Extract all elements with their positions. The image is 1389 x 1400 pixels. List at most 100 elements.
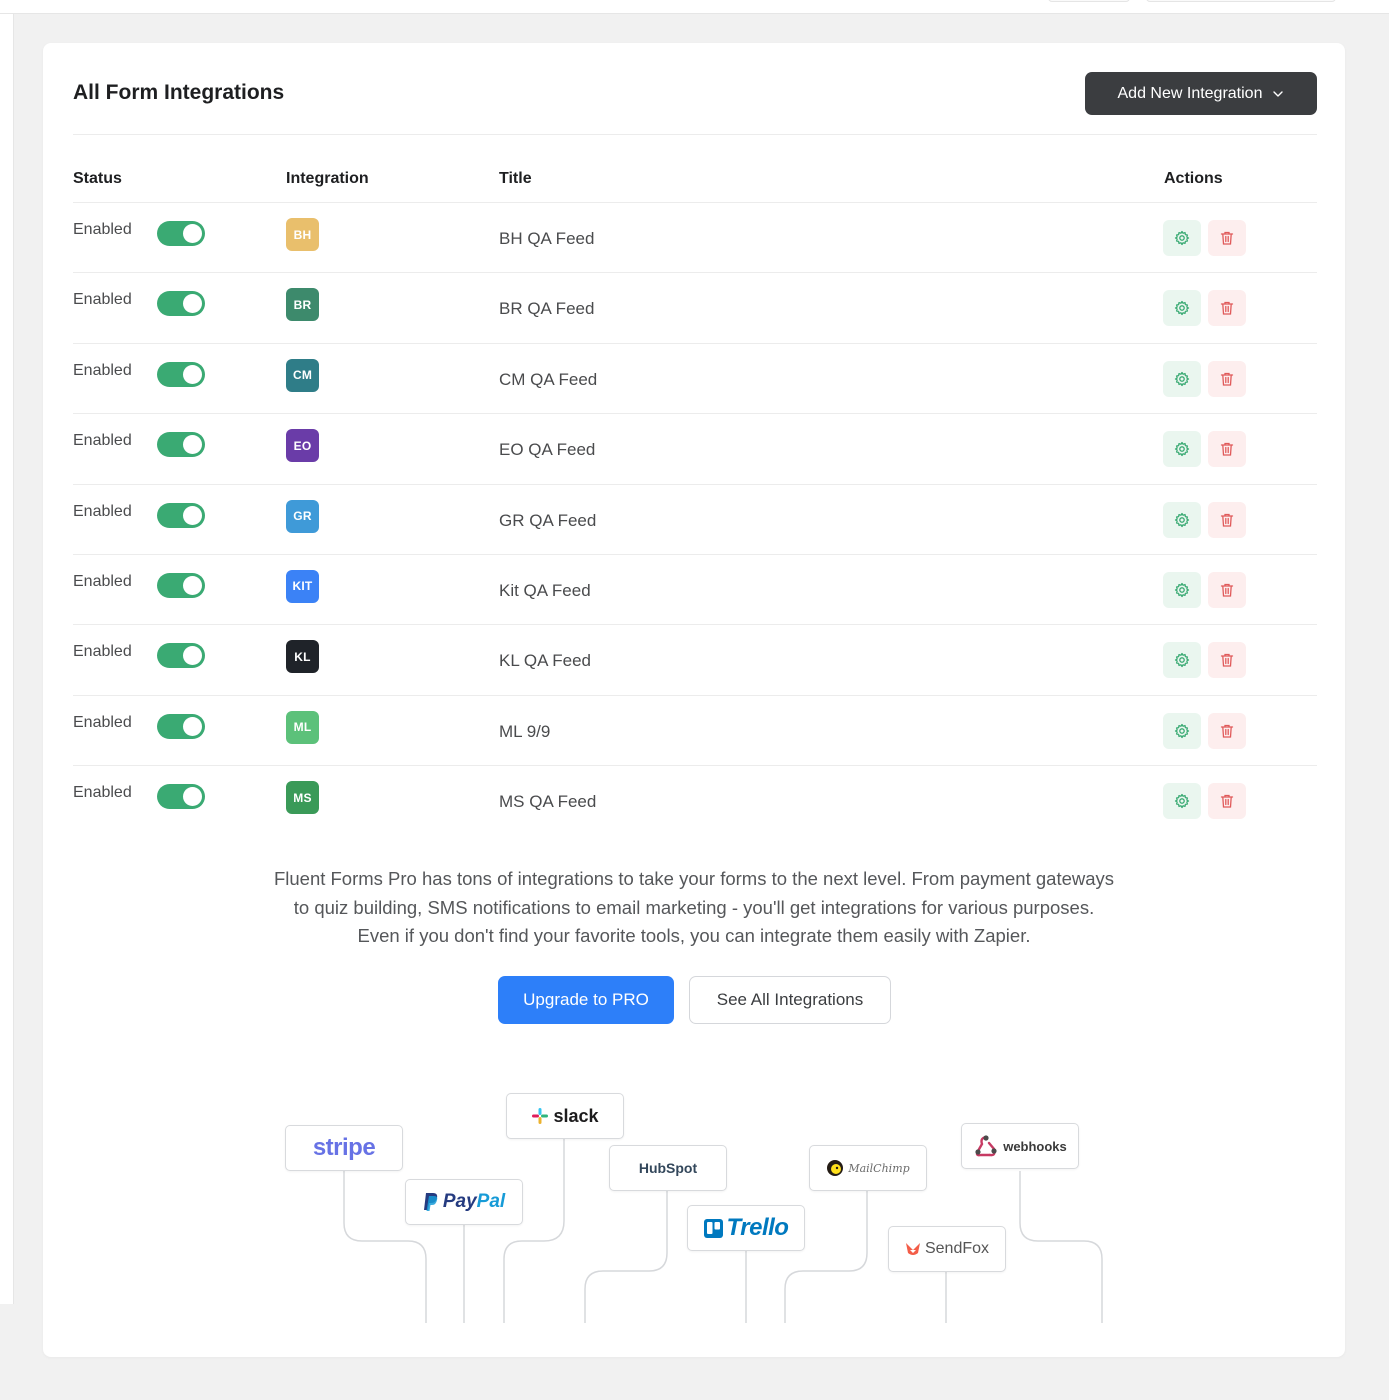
integration-badge: CM	[286, 358, 319, 392]
gear-icon	[1174, 653, 1190, 668]
table-body: Enabled BH BH QA Feed Enabled BR BR QA Feed En…	[73, 203, 1317, 837]
gear-icon	[1174, 723, 1190, 738]
gear-icon	[1174, 582, 1190, 598]
trash-icon	[1220, 302, 1234, 316]
settings-button[interactable]	[1163, 712, 1201, 749]
gear-icon	[1174, 512, 1190, 527]
paypal-wordmark: PayPal	[443, 1191, 505, 1213]
settings-button[interactable]	[1163, 220, 1201, 256]
toggle-knob	[183, 716, 202, 736]
paypal-logo: PayPal	[405, 1179, 523, 1225]
status-label: Enabled	[73, 643, 132, 661]
delete-button[interactable]	[1208, 712, 1246, 749]
mailchimp-logo: MailChimp	[809, 1145, 927, 1191]
table-row: Enabled GR GR QA Feed	[73, 485, 1317, 555]
trello-icon	[703, 1218, 723, 1238]
integration-badge: KIT	[286, 569, 319, 603]
integration-badge: BR	[286, 288, 319, 322]
settings-button[interactable]	[1163, 290, 1201, 327]
delete-button[interactable]	[1208, 431, 1246, 468]
webhooks-wordmark: webhooks	[1003, 1138, 1067, 1154]
toggle-knob	[183, 505, 202, 525]
paypal-icon	[423, 1193, 438, 1211]
trash-icon	[1220, 724, 1234, 738]
settings-button[interactable]	[1163, 431, 1201, 468]
status-label: Enabled	[73, 572, 132, 590]
integrations-card: All Form Integrations Add New Integratio…	[43, 43, 1345, 1357]
sendfox-wordmark: SendFox	[924, 1240, 990, 1257]
gear-icon	[1174, 371, 1190, 386]
toggle-knob	[183, 646, 202, 666]
integration-title: KL QA Feed	[499, 651, 591, 671]
column-header-actions: Actions	[1164, 170, 1223, 187]
delete-button[interactable]	[1208, 220, 1246, 256]
integration-title: BH QA Feed	[499, 229, 595, 248]
promo-line: to quiz building, SMS notifications to e…	[293, 896, 1095, 918]
integration-badge: KL	[286, 640, 319, 674]
toggle-knob	[183, 787, 202, 807]
gear-icon	[1174, 301, 1190, 316]
settings-button[interactable]	[1163, 360, 1201, 397]
webhooks-icon	[975, 1135, 997, 1157]
status-toggle[interactable]	[157, 643, 205, 669]
status-label: Enabled	[73, 502, 132, 520]
toggle-knob	[183, 364, 202, 384]
toggle-knob	[183, 575, 202, 595]
settings-button[interactable]	[1163, 501, 1201, 538]
promo-line: Fluent Forms Pro has tons of integration…	[273, 868, 1115, 889]
stripe-wordmark: stripe	[312, 1134, 376, 1161]
settings-button[interactable]	[1163, 783, 1201, 820]
trash-icon	[1220, 372, 1234, 386]
status-label: Enabled	[73, 713, 132, 731]
trash-icon	[1220, 513, 1234, 527]
status-toggle[interactable]	[157, 784, 205, 810]
trello-wordmark: Trello	[726, 1214, 789, 1241]
delete-button[interactable]	[1208, 501, 1246, 538]
settings-button[interactable]	[1163, 571, 1201, 608]
status-toggle[interactable]	[157, 221, 205, 246]
delete-button[interactable]	[1208, 783, 1246, 820]
delete-button[interactable]	[1208, 360, 1246, 397]
status-label: Enabled	[73, 291, 132, 309]
trello-logo: Trello	[687, 1205, 805, 1251]
delete-button[interactable]	[1208, 290, 1246, 327]
status-toggle[interactable]	[157, 361, 205, 387]
integration-title: EO QA Feed	[499, 440, 596, 460]
promo-text: Fluent Forms Pro has tons of integration…	[43, 865, 1345, 951]
status-label: Enabled	[73, 221, 132, 238]
status-label: Enabled	[73, 784, 132, 802]
delete-button[interactable]	[1208, 642, 1246, 679]
upgrade-to-pro-button[interactable]: Upgrade to PRO	[498, 976, 674, 1024]
status-toggle[interactable]	[157, 502, 205, 528]
top-bar-control[interactable]	[1146, 0, 1336, 2]
add-new-integration-button[interactable]: Add New Integration	[1085, 72, 1317, 115]
see-all-integrations-button[interactable]: See All Integrations	[689, 976, 891, 1024]
column-header-status: Status	[73, 170, 122, 187]
table-row: Enabled CM CM QA Feed	[73, 344, 1317, 415]
delete-button[interactable]	[1208, 571, 1246, 608]
status-toggle[interactable]	[157, 291, 205, 317]
paypal-wordmark-pay: Pay	[442, 1191, 477, 1212]
status-toggle[interactable]	[157, 432, 205, 458]
trash-icon	[1220, 654, 1234, 667]
status-toggle[interactable]	[157, 713, 205, 739]
integration-title: BR QA Feed	[499, 299, 595, 319]
table-row: Enabled KIT Kit QA Feed	[73, 555, 1317, 626]
add-new-integration-label: Add New Integration	[1117, 84, 1263, 102]
integration-badge: GR	[286, 499, 319, 533]
top-bar-control[interactable]	[1048, 0, 1130, 2]
integration-title: MS QA Feed	[499, 792, 597, 812]
integrations-illustration: stripe slack PayPal HubSpot Trello MailC…	[43, 1063, 1345, 1323]
left-sidebar	[0, 14, 14, 1304]
table-row: Enabled KL KL QA Feed	[73, 625, 1317, 696]
table-row: Enabled EO EO QA Feed	[73, 414, 1317, 485]
settings-button[interactable]	[1163, 642, 1201, 679]
status-toggle[interactable]	[157, 572, 205, 598]
integration-title: ML 9/9	[499, 721, 551, 741]
hubspot-logo: HubSpot	[609, 1145, 727, 1191]
integration-title: GR QA Feed	[499, 510, 597, 530]
trash-icon	[1220, 443, 1234, 456]
slack-logo: slack	[506, 1093, 624, 1139]
trash-icon	[1220, 794, 1234, 808]
integration-badge: MS	[286, 781, 319, 815]
